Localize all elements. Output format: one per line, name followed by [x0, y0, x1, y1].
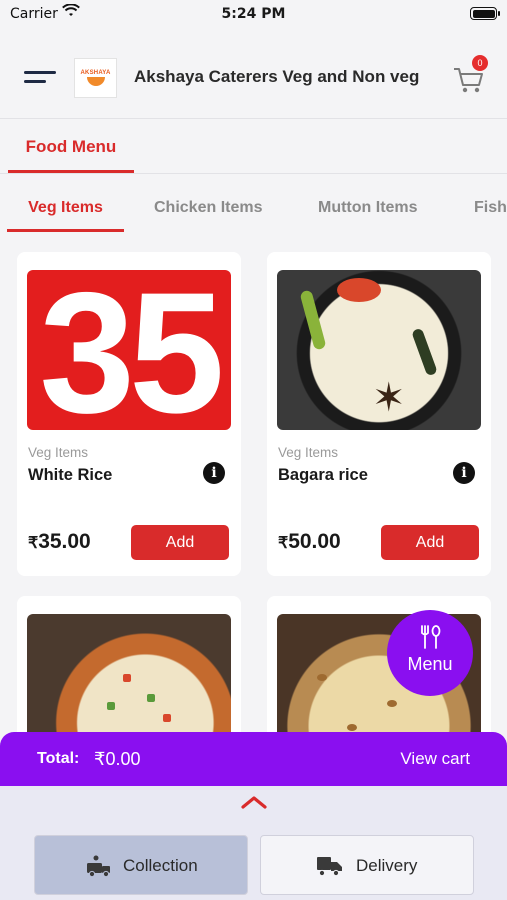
section-tabs: Food Menu [0, 118, 507, 174]
collection-option-button[interactable]: Collection [34, 835, 248, 895]
floating-menu-label: Menu [407, 654, 453, 674]
collection-icon [87, 855, 110, 878]
price-value: 50.00 [288, 530, 341, 553]
chevron-up-icon[interactable] [240, 794, 268, 810]
tab-veg-items[interactable]: Veg Items [7, 176, 124, 232]
product-category: Veg Items [278, 445, 339, 460]
battery-icon [470, 7, 500, 20]
tab-mutton-items[interactable]: Mutton Items [318, 176, 418, 232]
product-image: 35 [27, 270, 231, 430]
product-price: ₹50.00 [278, 530, 341, 554]
app-header: AKSHAYA Akshaya Caterers Veg and Non veg… [0, 38, 507, 118]
restaurant-logo: AKSHAYA [74, 58, 117, 98]
info-icon[interactable]: i [453, 462, 475, 484]
status-bar: Carrier 5:24 PM [0, 0, 507, 30]
add-to-cart-button[interactable]: Add [131, 525, 229, 560]
cart-total-bar: Total: ₹0.00 View cart [0, 732, 507, 786]
order-type-panel: Collection Delivery [0, 786, 507, 900]
product-image: ✶ [277, 270, 481, 430]
currency-symbol: ₹ [28, 535, 39, 552]
delivery-label: Delivery [356, 856, 418, 875]
category-tabs: Veg Items Chicken Items Mutton Items Fis… [0, 176, 507, 234]
product-image-number: 35 [39, 270, 224, 430]
fork-spoon-icon [421, 625, 441, 649]
product-card[interactable]: 35 Veg Items White Rice i ₹35.00 Add [17, 252, 241, 576]
price-value: 35.00 [38, 530, 91, 553]
product-price: ₹35.00 [28, 530, 91, 554]
total-label: Total: [37, 750, 80, 767]
clock: 5:24 PM [221, 6, 286, 22]
product-card[interactable]: ✶ Veg Items Bagara rice i ₹50.00 Add [267, 252, 491, 576]
restaurant-title: Akshaya Caterers Veg and Non veg [134, 67, 420, 86]
tab-fish-items[interactable]: Fish [474, 176, 507, 232]
delivery-icon [317, 857, 342, 877]
product-category: Veg Items [28, 445, 89, 460]
tab-food-menu[interactable]: Food Menu [8, 119, 134, 173]
view-cart-link[interactable]: View cart [400, 749, 470, 769]
collection-label: Collection [123, 856, 198, 875]
menu-hamburger-icon[interactable] [24, 68, 56, 88]
tab-chicken-items[interactable]: Chicken Items [154, 176, 262, 232]
cart-count-badge: 0 [472, 55, 488, 71]
info-icon[interactable]: i [203, 462, 225, 484]
total-value: ₹0.00 [94, 749, 141, 769]
add-to-cart-button[interactable]: Add [381, 525, 479, 560]
product-name: Bagara rice [278, 466, 368, 484]
logo-text: AKSHAYA [80, 70, 111, 76]
floating-menu-button[interactable]: Menu [387, 610, 473, 696]
currency-symbol: ₹ [278, 535, 289, 552]
delivery-option-button[interactable]: Delivery [260, 835, 474, 895]
product-name: White Rice [28, 466, 113, 484]
